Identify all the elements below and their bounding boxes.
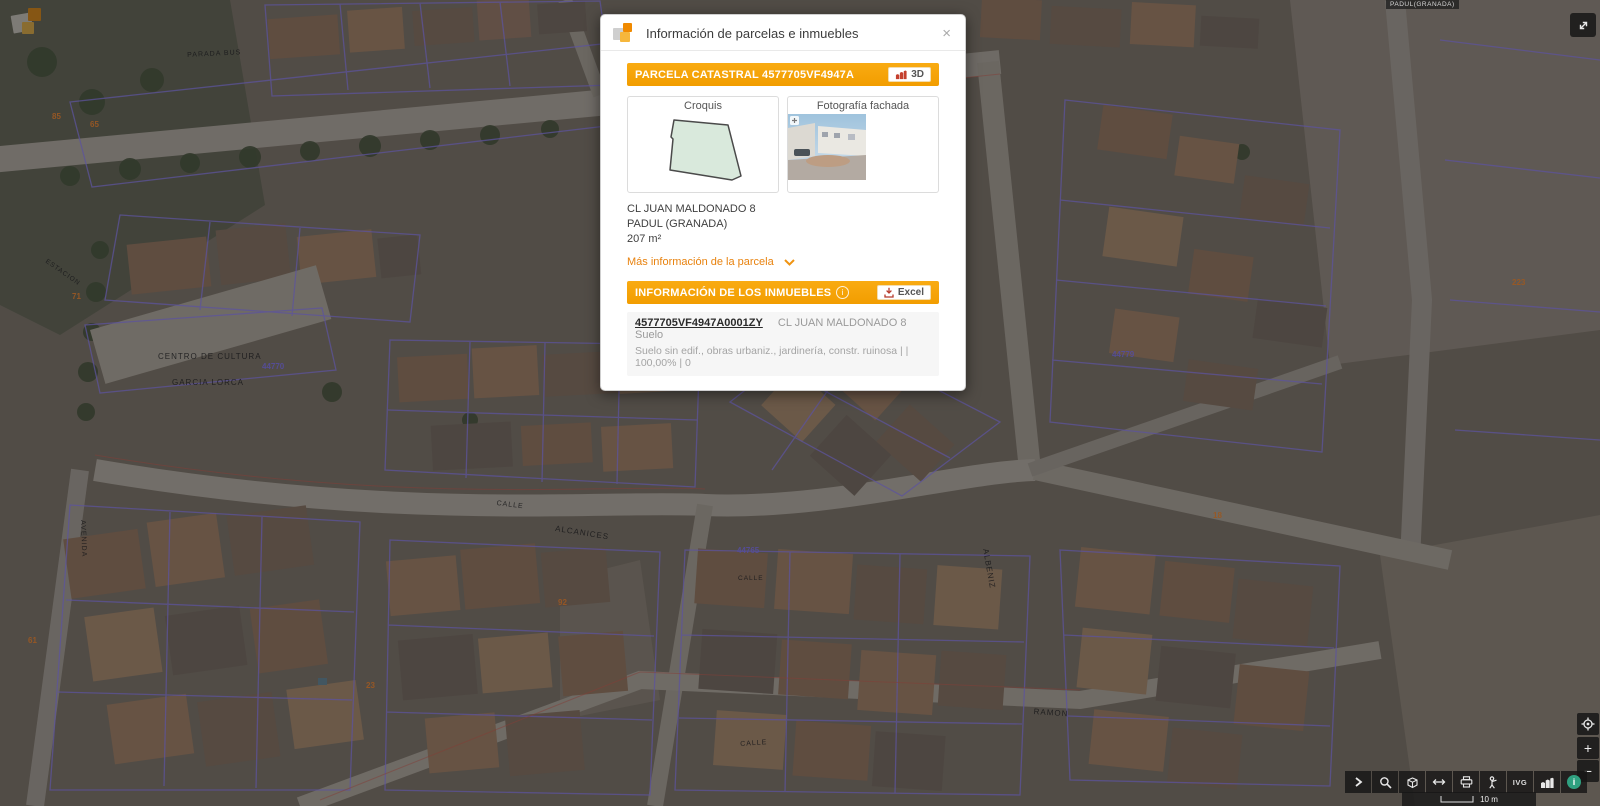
- more-parcel-info-link[interactable]: Más información de la parcela: [627, 256, 795, 268]
- fullscreen-button[interactable]: [1570, 13, 1596, 37]
- info-icon: i: [1567, 775, 1581, 789]
- dialog-title: Información de parcelas e inmuebles: [646, 25, 859, 41]
- street-label: ALCANICES: [554, 524, 610, 542]
- parcel-section-header: PARCELA CATASTRAL 4577705VF4947A 3D: [627, 63, 939, 86]
- facade-photo-title: Fotografía fachada: [816, 100, 910, 112]
- town-label-chip: PADUL(GRANADA): [1386, 0, 1459, 9]
- buildings-3d-icon: [1541, 777, 1554, 788]
- facade-photo-panel: Fotografía fachada: [787, 96, 939, 193]
- catastro-dialog-icon: [613, 23, 637, 43]
- street-label: CALLE: [738, 575, 764, 582]
- map-toolbar: IVG i: [1345, 771, 1587, 793]
- house-number: 18: [1213, 511, 1222, 520]
- view-3d-button[interactable]: 3D: [888, 67, 931, 82]
- croquis-panel: Croquis: [627, 96, 779, 193]
- house-number: 92: [558, 598, 567, 607]
- toolbar-streetview-button[interactable]: [1480, 771, 1506, 793]
- property-row: 4577705VF4947A0001ZY CL JUAN MALDONADO 8…: [627, 312, 939, 376]
- locate-icon: [1581, 717, 1595, 731]
- ivg-label: IVG: [1512, 777, 1528, 787]
- street-label: GARCIA LORCA: [172, 378, 245, 387]
- more-parcel-info-label: Más información de la parcela: [627, 256, 774, 268]
- scale-label: 10 m: [1480, 794, 1498, 804]
- dialog-header: Información de parcelas e inmuebles ×: [601, 15, 965, 51]
- parcel-number: 44779: [1112, 350, 1135, 359]
- excel-label: Excel: [897, 287, 924, 298]
- house-number: 85: [52, 112, 61, 121]
- street-label: CALLE: [496, 500, 524, 511]
- printer-icon: [1460, 776, 1472, 788]
- parcel-area: 207 m²: [627, 233, 662, 245]
- toolbar-measure-button[interactable]: [1426, 771, 1452, 793]
- toolbar-ivg-button[interactable]: IVG: [1507, 771, 1533, 793]
- parcel-address: CL JUAN MALDONADO 8 PADUL (GRANADA) 207 …: [627, 202, 939, 247]
- property-ref-link[interactable]: 4577705VF4947A0001ZY: [635, 317, 763, 329]
- street-label: ESTACION: [43, 258, 82, 288]
- excel-export-button[interactable]: Excel: [876, 285, 931, 300]
- cube-3d-icon: [1406, 776, 1418, 788]
- address-line1: CL JUAN MALDONADO 8: [627, 203, 756, 215]
- measure-arrows-icon: [1432, 779, 1446, 785]
- parcel-info-dialog: Información de parcelas e inmuebles × PA…: [600, 14, 966, 391]
- inmuebles-section-header: INFORMACIÓN DE LOS INMUEBLES i Excel: [627, 281, 939, 304]
- inmuebles-info-icon[interactable]: i: [836, 286, 850, 299]
- chevron-down-icon: [784, 258, 795, 266]
- toolbar-collapse-button[interactable]: [1345, 771, 1371, 793]
- croquis-title: Croquis: [684, 100, 722, 112]
- parcel-number: 44765: [737, 546, 760, 555]
- street-label: CENTRO DE CULTURA: [158, 352, 262, 361]
- scale-line-icon: [1440, 796, 1474, 803]
- street-label: CALLE: [740, 739, 768, 748]
- parcel-header-title: PARCELA CATASTRAL 4577705VF4947A: [635, 68, 855, 81]
- street-label: AVENIDA: [79, 520, 88, 558]
- buildings-3d-icon: [896, 70, 907, 80]
- catastro-map-viewer: PARADA BUS CENTRO DE CULTURA GARCIA LORC…: [0, 0, 1600, 806]
- inmuebles-header-title: INFORMACIÓN DE LOS INMUEBLES: [635, 286, 832, 299]
- close-icon[interactable]: ×: [940, 26, 953, 41]
- expand-diagonal-icon: [1579, 21, 1587, 29]
- zoom-in-button[interactable]: +: [1577, 737, 1599, 759]
- toolbar-3d-buildings-button[interactable]: [1534, 771, 1560, 793]
- parcel-sketch: [669, 119, 742, 181]
- house-number: 65: [90, 120, 99, 129]
- address-line2: PADUL (GRANADA): [627, 218, 728, 230]
- catastro-logo: [10, 6, 46, 42]
- street-label: RAMON: [1033, 707, 1069, 719]
- toolbar-info-button[interactable]: i: [1561, 771, 1587, 793]
- parcel-panels: Croquis Fotografía fachada: [627, 96, 939, 193]
- dialog-body: PARCELA CATASTRAL 4577705VF4947A 3D Croq…: [601, 51, 965, 390]
- view-3d-label: 3D: [911, 69, 924, 80]
- house-number: 223: [1512, 278, 1526, 287]
- magnifier-icon: [1379, 776, 1392, 789]
- property-detail: Suelo sin edif., obras urbaniz., jardine…: [635, 345, 909, 369]
- house-number: 61: [28, 636, 37, 645]
- facade-photo[interactable]: [788, 114, 866, 180]
- street-label: PARADA BUS: [187, 49, 242, 59]
- toolbar-print-button[interactable]: [1453, 771, 1479, 793]
- street-label: ALBENIZ: [981, 548, 998, 590]
- toolbar-zoom-button[interactable]: [1372, 771, 1398, 793]
- house-number: 23: [366, 681, 375, 690]
- chevron-right-icon: [1355, 777, 1363, 787]
- download-icon: [884, 287, 894, 298]
- scale-bar: 10 m: [1402, 792, 1536, 806]
- parcel-number: 44770: [262, 362, 285, 371]
- toolbar-layers-button[interactable]: [1399, 771, 1425, 793]
- pegman-pin-icon: [1489, 775, 1497, 789]
- locate-button[interactable]: [1577, 713, 1599, 735]
- house-number: 71: [72, 292, 81, 301]
